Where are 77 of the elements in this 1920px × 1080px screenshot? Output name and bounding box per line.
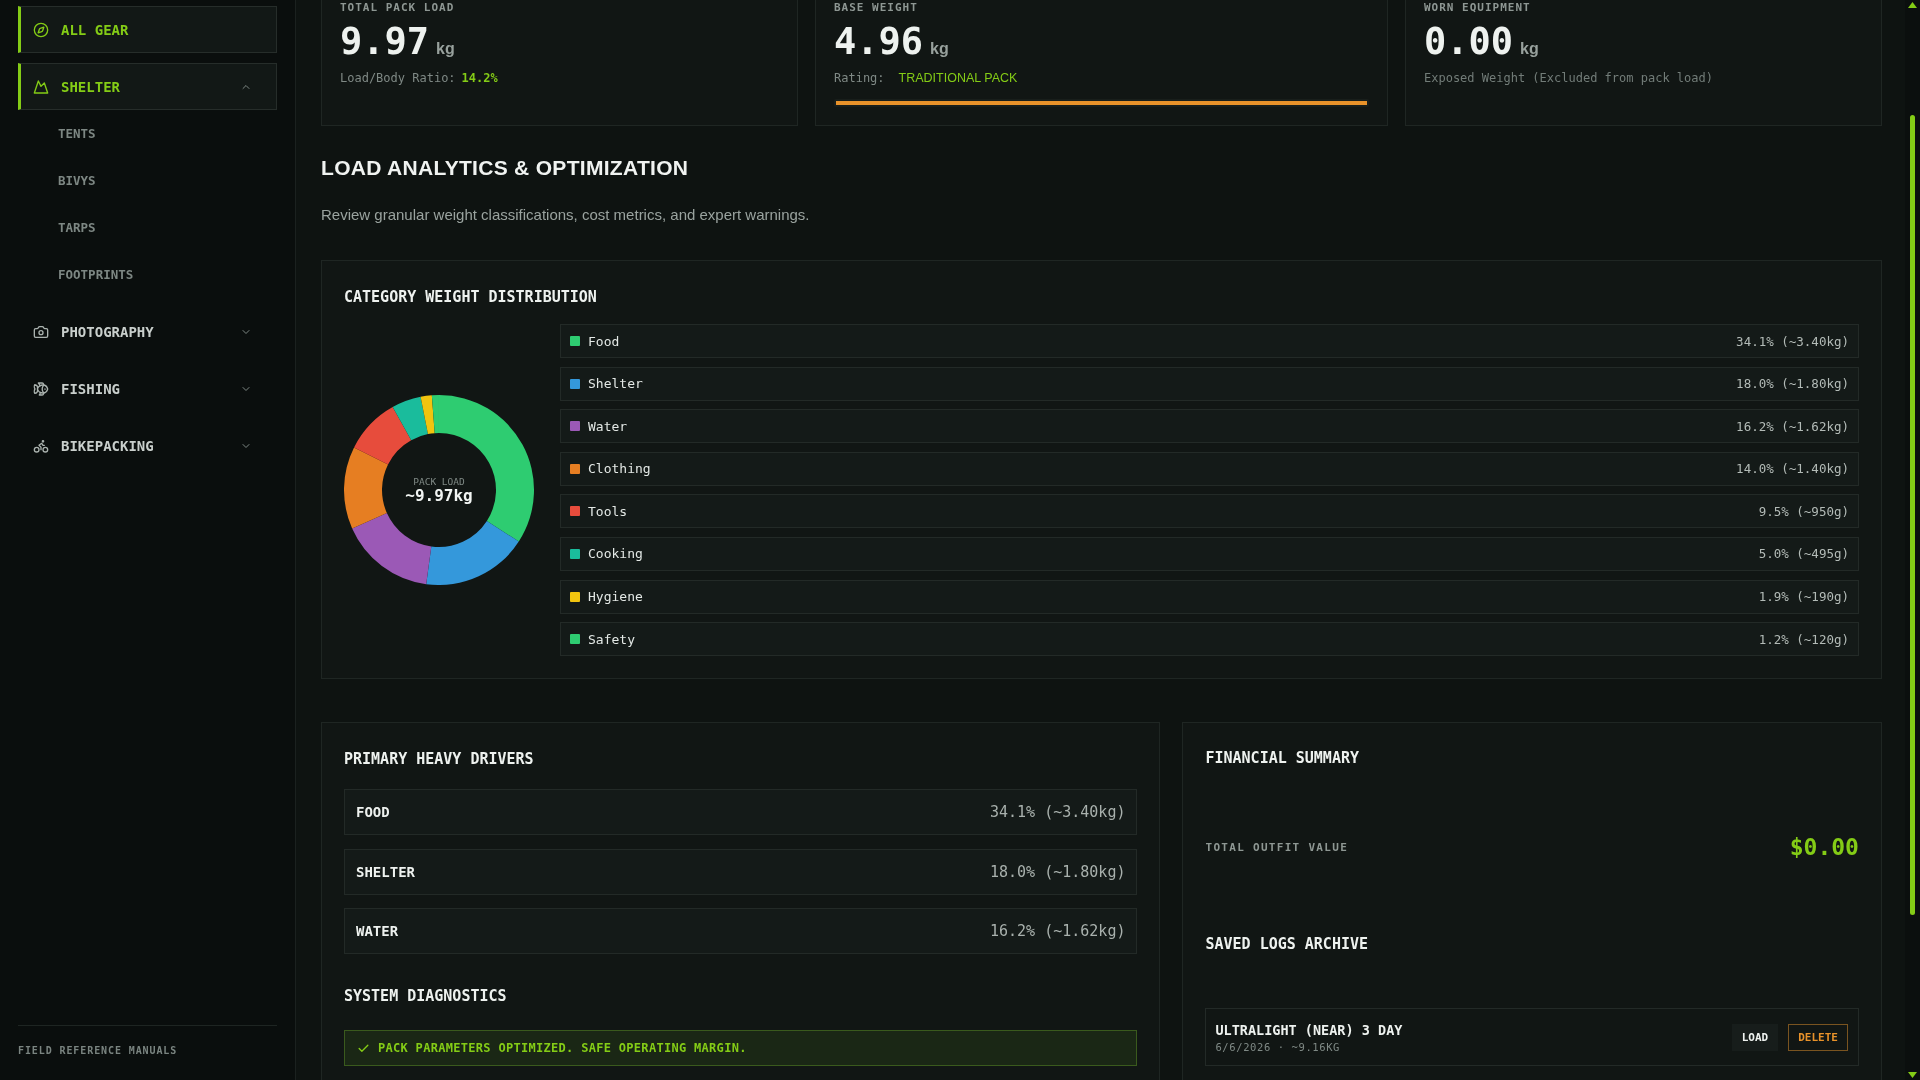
sidebar-item[interactable]: PHOTOGRAPHY xyxy=(18,308,277,355)
category-weight: 14.0% (~1.40kg) xyxy=(1736,461,1849,477)
donut-center-label: PACK LOAD xyxy=(413,475,465,487)
stat-detail-value: 14.2% xyxy=(461,71,498,85)
scroll-up-icon[interactable] xyxy=(1908,2,1917,8)
sidebar-subitem[interactable]: TARPS xyxy=(18,204,277,251)
mountain-icon xyxy=(33,78,49,95)
sidebar-item[interactable]: SHELTER xyxy=(18,63,277,110)
stat-value: 9.97 xyxy=(340,22,430,62)
stat-value: 4.96 xyxy=(834,22,924,62)
sidebar-section-label: FIELD REFERENCE MANUALS xyxy=(18,1045,179,1056)
log-name: ULTRALIGHT (NEAR) 3 DAY xyxy=(1215,1021,1403,1038)
panel-title: PRIMARY HEAVY DRIVERS xyxy=(344,750,534,769)
category-label: Shelter xyxy=(588,376,643,392)
donut-slice xyxy=(426,521,519,586)
category-label: Tools xyxy=(588,503,628,519)
delete-button[interactable]: DELETE xyxy=(1788,1023,1848,1051)
stat-detail-label: Load/Body Ratio: xyxy=(340,71,456,85)
status-message: PACK PARAMETERS OPTIMIZED. SAFE OPERATING MARGIN. xyxy=(378,1041,747,1056)
driver-weight: 18.0% (~1.80kg) xyxy=(990,862,1126,881)
donut-slice xyxy=(431,395,439,434)
sidebar-item[interactable]: BIKEPACKING xyxy=(18,422,277,469)
camera-icon xyxy=(33,323,49,340)
stat-unit: kg xyxy=(930,40,949,58)
sidebar-item[interactable]: FISHING xyxy=(18,365,277,412)
sidebar-item[interactable]: ALL GEAR xyxy=(18,6,277,53)
driver-weight: 16.2% (~1.62kg) xyxy=(990,922,1126,941)
panel-title: SYSTEM DIAGNOSTICS xyxy=(344,987,507,1006)
total-value: $0.00 xyxy=(1789,834,1859,861)
driver-weight: 34.1% (~3.40kg) xyxy=(990,803,1126,822)
stat-unit: kg xyxy=(1520,40,1539,58)
category-label: Food xyxy=(588,333,620,349)
category-label: Hygiene xyxy=(588,589,643,605)
driver-name: WATER xyxy=(356,923,399,940)
donut-slice xyxy=(354,407,412,465)
category-label: Water xyxy=(588,418,628,434)
donut-slice xyxy=(352,513,432,585)
category-weight: 5.0% (~495g) xyxy=(1758,546,1849,562)
donut-slice xyxy=(392,396,428,441)
panel-title: SAVED LOGS ARCHIVE xyxy=(1205,935,1368,954)
driver-name: FOOD xyxy=(356,804,390,821)
category-label: Clothing xyxy=(588,461,651,477)
donut-slice xyxy=(344,447,389,529)
donut-center-value: ~9.97kg xyxy=(405,486,473,505)
stat-note: Exposed Weight (Excluded from pack load) xyxy=(1424,71,1713,85)
bicycle-icon xyxy=(33,437,49,454)
category-weight: 34.1% (~3.40kg) xyxy=(1736,333,1849,349)
panel-title: FINANCIAL SUMMARY xyxy=(1205,749,1359,768)
fish-icon xyxy=(33,380,49,397)
sidebar-subitem[interactable]: TENTS xyxy=(18,110,277,157)
category-weight: 18.0% (~1.80kg) xyxy=(1736,376,1849,392)
category-label: Cooking xyxy=(588,546,643,562)
category-weight: 16.2% (~1.62kg) xyxy=(1736,418,1849,434)
stat-unit: kg xyxy=(436,40,455,58)
stat-detail-label: Rating: xyxy=(834,71,885,85)
panel-title: CATEGORY WEIGHT DISTRIBUTION xyxy=(344,288,597,306)
driver-name: SHELTER xyxy=(356,863,415,880)
page-heading: LOAD ANALYTICS & OPTIMIZATION xyxy=(321,155,689,181)
scrollbar-thumb[interactable] xyxy=(1910,115,1915,915)
category-weight: 1.2% (~120g) xyxy=(1758,631,1849,647)
category-weight: 9.5% (~950g) xyxy=(1758,503,1849,519)
stat-label: BASE WEIGHT xyxy=(834,1,918,14)
compass-icon xyxy=(33,21,49,38)
page-subtitle: Review granular weight classifications, cost metrics, and expert warnings. xyxy=(321,205,810,225)
stat-label: WORN EQUIPMENT xyxy=(1424,1,1531,14)
load-button[interactable]: LOAD xyxy=(1731,1023,1779,1051)
total-value-label: TOTAL OUTFIT VALUE xyxy=(1205,840,1349,854)
log-meta: 6/6/2026 · ~9.16KG xyxy=(1215,1040,1341,1053)
scroll-down-icon[interactable] xyxy=(1908,1072,1917,1078)
category-label: Safety xyxy=(588,631,635,647)
stat-label: TOTAL PACK LOAD xyxy=(340,1,455,14)
stat-detail-value: TRADITIONAL PACK xyxy=(898,71,1018,85)
category-weight: 1.9% (~190g) xyxy=(1758,589,1849,605)
donut-slice xyxy=(420,395,435,435)
sidebar-subitem[interactable]: FOOTPRINTS xyxy=(18,251,277,298)
sidebar-subitem[interactable]: BIVYS xyxy=(18,157,277,204)
stat-value: 0.00 xyxy=(1424,22,1514,62)
